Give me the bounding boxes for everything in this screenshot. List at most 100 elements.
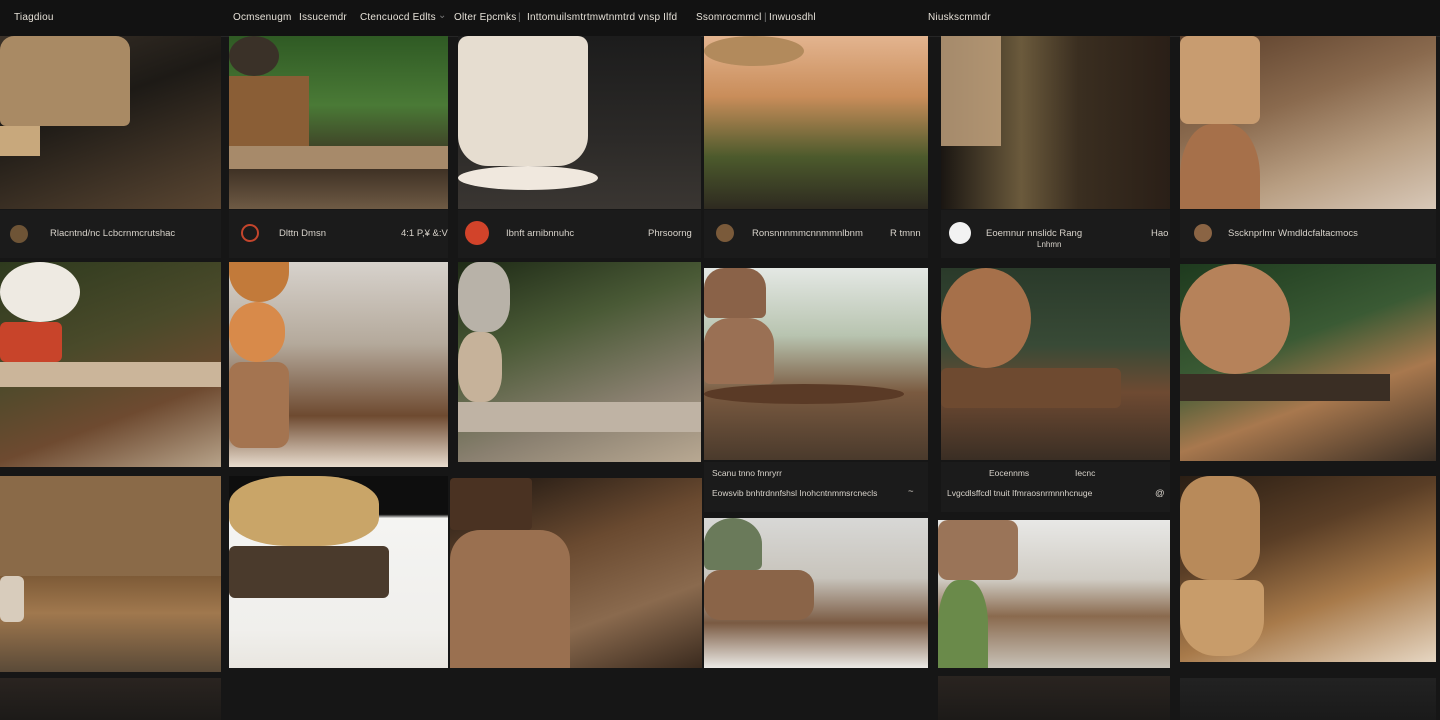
base-shape xyxy=(1180,374,1390,401)
feather-icon xyxy=(10,225,28,243)
caption-title: Eocennms xyxy=(989,468,1030,478)
flowers-shape xyxy=(229,476,379,546)
caption-bar-3[interactable]: Ibnft arnibnnuhc Phrsoorng xyxy=(458,210,701,258)
bench-shape xyxy=(0,362,221,387)
white-vessel-shape xyxy=(458,36,588,166)
nav-item-4[interactable]: Olter Epcmks xyxy=(454,12,516,23)
vase-shape xyxy=(1180,124,1260,209)
feather-icon xyxy=(1194,224,1212,242)
nav-right-link[interactable]: Niuskscmmdr xyxy=(928,12,991,23)
caption-title: Ibnft arnibnnuhc xyxy=(506,228,575,239)
nav-divider: | xyxy=(764,12,767,23)
tile-sunset-basket[interactable] xyxy=(704,36,928,209)
caption-meta: Hao xyxy=(1151,228,1169,239)
tile-kitchen-bowls[interactable] xyxy=(229,262,448,467)
tile-white-vessel[interactable] xyxy=(458,36,701,209)
basket-shape xyxy=(704,36,804,66)
plant-shape xyxy=(938,580,988,668)
tile-warm-interior[interactable] xyxy=(0,476,221,672)
planter-shape xyxy=(229,76,309,146)
tray-shape xyxy=(704,384,904,404)
nav-item-7[interactable]: Inwuosdhl xyxy=(769,12,816,23)
vase-shape xyxy=(1180,36,1260,124)
caption-title: Ronsnnnmmcnnmmnlbnm xyxy=(752,228,863,239)
tile-leather-stand[interactable] xyxy=(941,36,1170,209)
nav-item-2[interactable]: Issucemdr xyxy=(299,12,347,23)
basket-shape xyxy=(229,362,289,448)
bowl-shape xyxy=(229,262,289,302)
tile-glass-bags[interactable] xyxy=(704,268,928,460)
caption-subtitle: Lnhmn xyxy=(1037,240,1062,249)
caption-bar-1[interactable]: Rlacntnd/nc Lcbcrnmcrutshac xyxy=(0,210,221,258)
kettle-shape xyxy=(941,268,1031,368)
tile-bottom-right[interactable] xyxy=(1180,678,1436,720)
tile-garden-pottery[interactable] xyxy=(458,262,701,462)
top-navigation: Tiagdiou Ocmsenugm Issucemdr Ctencuocd E… xyxy=(0,0,1440,37)
shelf-shape xyxy=(229,146,448,169)
table-shape xyxy=(458,402,701,432)
tile-bottom-left[interactable] xyxy=(0,678,221,720)
caption-title: Rlacntnd/nc Lcbcrnmcrutshac xyxy=(50,228,176,239)
leaf-icon xyxy=(716,224,734,242)
pot-shape xyxy=(1180,476,1260,580)
pot-shape xyxy=(1180,580,1264,656)
nav-item-3[interactable]: Ctencuocd Edlts xyxy=(360,12,436,23)
caption-title-secondary: Iecnc xyxy=(1075,468,1096,478)
nav-dropdown-chevron-icon[interactable]: ⌄ xyxy=(438,10,447,21)
tile-copper-vases[interactable] xyxy=(1180,36,1436,209)
bag-shape xyxy=(941,36,1001,146)
caption-title: Scanu tnno fnnryrr xyxy=(712,468,782,478)
caption-bar-5[interactable]: Eoemnur nnslidc Rang Lnhmn Hao xyxy=(941,210,1170,258)
caption-bar-6[interactable]: Sscknprlmr Wmdldcfaltacmocs xyxy=(1180,210,1436,258)
bag-shape xyxy=(704,570,814,620)
caption-bar-4[interactable]: Ronsnnnmmcnnmmnlbnm R tmnn xyxy=(704,210,928,258)
tile-wooden-pots[interactable] xyxy=(1180,476,1436,662)
bag-shape xyxy=(450,530,570,668)
nav-item-1[interactable]: Ocmsenugm xyxy=(233,12,292,23)
badge-icon xyxy=(465,221,489,245)
lid-shape xyxy=(458,166,598,190)
caption-title: Dlttn Dmsn xyxy=(279,228,326,239)
stand-shape xyxy=(941,368,1121,408)
case-shape xyxy=(450,478,532,530)
tile-flower-bench[interactable] xyxy=(0,262,221,467)
tile-bottom-mid[interactable] xyxy=(938,676,1170,720)
tile-basket-setup[interactable] xyxy=(938,520,1170,668)
caption-subtitle: Lvgcdlsffcdl tnuit Ifmraosnrmnnhcnuge xyxy=(947,488,1093,498)
caption-meta: R tmnn xyxy=(890,228,921,239)
cushion-shape xyxy=(0,126,40,156)
pottery-shape xyxy=(458,332,502,402)
nav-item-5[interactable]: Inttomuilsmtrtmwtnmtrd vnsp Ilfd xyxy=(527,12,677,23)
globe-shape xyxy=(1180,264,1290,374)
avatar-icon xyxy=(241,224,259,242)
plant-shape xyxy=(704,518,762,570)
caption-title: Eoemnur nnslidc Rang xyxy=(986,228,1083,239)
tile-glass-globe[interactable] xyxy=(1180,264,1436,461)
tile-leather-case[interactable] xyxy=(450,478,702,668)
basket-shape xyxy=(229,36,279,76)
nav-divider: | xyxy=(518,12,521,23)
flower-shape xyxy=(0,262,80,322)
pot-shape xyxy=(0,322,62,362)
tile-armchair-wicker[interactable] xyxy=(0,36,221,209)
armchair-shape xyxy=(0,36,130,126)
caption-bar-2[interactable]: Dlttn Dmsn 4:1 P,¥ &:V xyxy=(229,210,448,258)
vase-shape xyxy=(229,302,285,362)
tile-copper-kettle[interactable] xyxy=(941,268,1170,460)
tray-shape xyxy=(229,546,389,598)
caption-bar-7[interactable]: Scanu tnno fnnryrr Eowsvib bnhtrdnnfshsl… xyxy=(704,462,928,512)
tile-soft-bag[interactable] xyxy=(704,518,928,668)
nav-item-6[interactable]: Ssomrocmmcl xyxy=(696,12,762,23)
site-logo[interactable]: Tiagdiou xyxy=(14,12,54,23)
caption-meta: Phrsoorng xyxy=(648,228,692,239)
caption-subtitle: Eowsvib bnhtrdnnfshsl Inohcntnmmsrcnecls xyxy=(712,488,878,498)
tile-plant-pots[interactable] xyxy=(229,36,448,209)
bag-shape xyxy=(704,268,766,318)
caption-bar-8[interactable]: Eocennms Iecnc Lvgcdlsffcdl tnuit Ifmrao… xyxy=(941,462,1170,512)
caption-meta: @ xyxy=(1155,488,1165,499)
bag-shape xyxy=(704,318,774,384)
caption-meta: 4:1 P,¥ &:V xyxy=(401,228,448,239)
caption-title: Sscknprlmr Wmdldcfaltacmocs xyxy=(1228,228,1358,239)
counter-shape xyxy=(0,476,221,576)
tile-flower-tray[interactable] xyxy=(229,476,448,668)
